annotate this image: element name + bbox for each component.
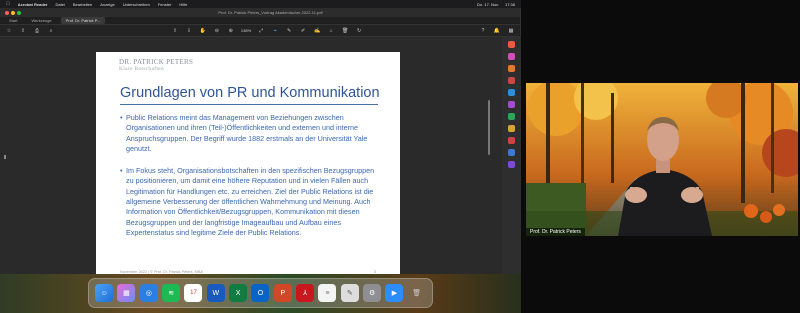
finder-icon[interactable]: ☺ <box>95 284 114 302</box>
bullet-item: Im Fokus steht, Organisationsbotschaften… <box>120 166 382 238</box>
rotate-icon[interactable]: ↻ <box>355 27 363 34</box>
protect-icon[interactable] <box>508 125 515 132</box>
trash-icon[interactable]: 🗑 <box>341 27 349 34</box>
brand-logo: DR. PATRICK PETERS Klare Botschaften <box>119 59 193 73</box>
status-area: Do. 17. Nov. 17:38 <box>477 2 515 7</box>
zoom-level[interactable]: 138% <box>241 28 251 33</box>
tab-werkzeuge[interactable]: Werkzeuge <box>26 17 56 24</box>
star-icon[interactable]: ☆ <box>5 27 13 34</box>
date-label[interactable]: Do. 17. Nov. <box>477 2 499 7</box>
menu-item-fenster[interactable]: Fenster <box>158 2 172 7</box>
excel-icon[interactable]: X <box>229 284 248 302</box>
pdf-page: DR. PATRICK PETERS Klare Botschaften Gru… <box>96 52 400 279</box>
bell-icon[interactable]: 🔔 <box>493 27 501 34</box>
combine-files-icon[interactable] <box>508 89 515 96</box>
upload-icon[interactable]: ⇪ <box>19 27 27 34</box>
brand-name: DR. PATRICK PETERS <box>119 58 194 66</box>
tab-bar: Start Werkzeuge Prof. Dr. Patrick P... <box>0 17 520 25</box>
print-icon[interactable]: ⎙ <box>33 27 41 34</box>
bullet-item: Public Relations meint das Management vo… <box>120 113 382 154</box>
scan-ocr-icon[interactable] <box>508 113 515 120</box>
acrobat-icon[interactable]: ⅄ <box>296 284 315 302</box>
select-tool-icon[interactable]: ⌖ <box>271 27 279 34</box>
stamp-icon[interactable]: ⌂ <box>327 27 335 34</box>
menu-bar:  Acrobat Reader Datei Bearbeiten Anzeig… <box>0 0 521 8</box>
grid-icon[interactable]: ▦ <box>507 27 515 34</box>
toolbar: ☆ ⇪ ⎙ ⌕ ⇧ ⇩ ✋ ⊖ ⊕ 138% ⤢ ⌖ ✎ ✐ ✍ ⌂ 🗑 ↻ ?… <box>0 25 520 37</box>
apple-icon[interactable]:  <box>6 1 10 7</box>
spotify-icon[interactable]: ≋ <box>162 284 181 302</box>
brand-tagline: Klare Botschaften <box>119 66 164 72</box>
participant-video <box>526 83 798 236</box>
menu-item-hilfe[interactable]: Hilfe <box>179 2 187 7</box>
menu-item-bearbeiten[interactable]: Bearbeiten <box>73 2 92 7</box>
zoom-window-button[interactable] <box>17 10 21 15</box>
minimize-window-button[interactable] <box>11 10 15 15</box>
hand-icon[interactable]: ✋ <box>199 27 207 34</box>
window-title: Prof. Dr. Patrick Peters_Vortrag Akademi… <box>218 10 323 15</box>
zoom-in-icon[interactable]: ⊕ <box>227 27 235 34</box>
organize-pages-icon[interactable] <box>508 101 515 108</box>
video-tile[interactable]: Prof. Dr. Patrick Peters <box>526 83 798 236</box>
participant-name-label: Prof. Dr. Patrick Peters <box>526 228 585 236</box>
search-icon[interactable]: ⌕ <box>47 27 55 34</box>
more-tools-icon[interactable] <box>508 161 515 168</box>
left-panel-handle[interactable] <box>4 155 6 159</box>
sign-icon[interactable]: ✍ <box>313 27 321 34</box>
menu-item-app[interactable]: Acrobat Reader <box>18 2 48 7</box>
help-icon[interactable]: ? <box>479 27 487 34</box>
safari-icon[interactable]: ◎ <box>139 284 158 302</box>
tab-document[interactable]: Prof. Dr. Patrick P... <box>60 17 106 24</box>
document-area: DR. PATRICK PETERS Klare Botschaften Gru… <box>0 37 521 279</box>
edit-pdf-icon[interactable] <box>508 53 515 60</box>
create-pdf-icon[interactable] <box>508 65 515 72</box>
vertical-scrollbar[interactable] <box>488 100 490 155</box>
highlight-icon[interactable]: ✐ <box>299 27 307 34</box>
calendar-day: 17 <box>190 290 197 296</box>
tools-panel <box>502 37 521 274</box>
fill-sign-icon[interactable] <box>508 149 515 156</box>
pdf-reader-window: Prof. Dr. Patrick Peters_Vortrag Akademi… <box>0 8 521 279</box>
menu-item-anzeige[interactable]: Anzeige <box>100 2 114 7</box>
page-down-icon[interactable]: ⇩ <box>185 27 193 34</box>
notes-icon[interactable]: ≡ <box>318 284 337 302</box>
title-bar: Prof. Dr. Patrick Peters_Vortrag Akademi… <box>0 8 520 17</box>
system-settings-icon[interactable]: ⚙ <box>363 284 382 302</box>
menu-item-datei[interactable]: Datei <box>56 2 65 7</box>
powerpoint-icon[interactable]: P <box>273 284 292 302</box>
page-up-icon[interactable]: ⇧ <box>171 27 179 34</box>
title-underline <box>120 104 378 105</box>
menu-item-unterschreiben[interactable]: Unterschreiben <box>123 2 150 7</box>
zoom-app-icon[interactable]: ▶ <box>385 284 404 302</box>
outlook-icon[interactable]: O <box>251 284 270 302</box>
zoom-out-icon[interactable]: ⊖ <box>213 27 221 34</box>
export-pdf-icon[interactable] <box>508 41 515 48</box>
redact-icon[interactable] <box>508 137 515 144</box>
launchpad-icon[interactable]: ▦ <box>117 284 136 302</box>
dock: ☺ ▦ ◎ ≋ 17 W X O P ⅄ ≡ ✎ ⚙ ▶ 🗑 <box>88 278 433 308</box>
time-label[interactable]: 17:38 <box>505 2 515 7</box>
bullet-list: Public Relations meint das Management vo… <box>120 113 382 250</box>
textedit-icon[interactable]: ✎ <box>340 284 359 302</box>
window-controls <box>5 10 21 15</box>
close-window-button[interactable] <box>5 10 9 15</box>
slide-title: Grundlagen von PR und Kommunikation <box>120 85 380 101</box>
comment-tool-icon[interactable] <box>508 77 515 84</box>
tab-start[interactable]: Start <box>4 17 22 24</box>
trash-bin-icon[interactable]: 🗑 <box>408 284 426 302</box>
fit-page-icon[interactable]: ⤢ <box>257 27 265 34</box>
word-icon[interactable]: W <box>206 284 225 302</box>
calendar-icon[interactable]: 17 <box>184 284 203 302</box>
comment-icon[interactable]: ✎ <box>285 27 293 34</box>
